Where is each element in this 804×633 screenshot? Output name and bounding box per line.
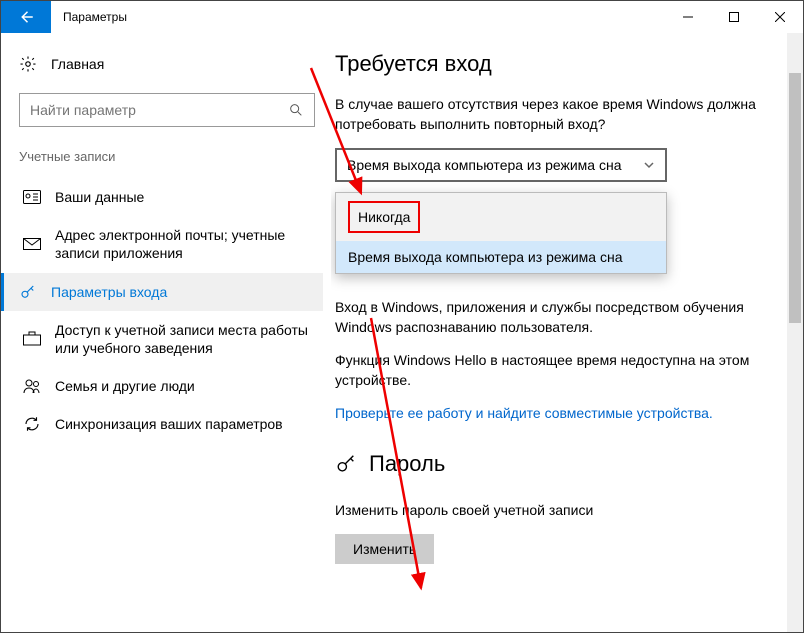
titlebar: Параметры: [1, 1, 803, 33]
search-icon: [288, 102, 304, 118]
maximize-button[interactable]: [711, 1, 757, 33]
dropdown-selected-value: Время выхода компьютера из режима сна: [347, 157, 621, 173]
hello-compatibility-link[interactable]: Проверьте ее работу и найдите совместимы…: [335, 405, 783, 421]
signin-description: В случае вашего отсутствия через какое в…: [335, 95, 783, 134]
dropdown-option-never[interactable]: Никогда: [348, 201, 420, 233]
body: Главная Учетные записи Ваши данные Адрес…: [1, 33, 803, 632]
minimize-button[interactable]: [665, 1, 711, 33]
close-button[interactable]: [757, 1, 803, 33]
hello-description-1: Вход в Windows, приложения и службы поср…: [335, 298, 783, 337]
gear-icon: [19, 55, 37, 73]
heading-signin-required: Требуется вход: [335, 51, 783, 77]
sidebar-item-signin-options[interactable]: Параметры входа: [1, 273, 323, 311]
home-nav[interactable]: Главная: [19, 51, 323, 77]
sidebar-item-sync[interactable]: Синхронизация ваших параметров: [19, 405, 323, 443]
sidebar: Главная Учетные записи Ваши данные Адрес…: [1, 33, 331, 632]
nav-label: Синхронизация ваших параметров: [55, 415, 319, 433]
arrow-left-icon: [17, 8, 35, 26]
chevron-down-icon: [643, 159, 655, 171]
back-button[interactable]: [1, 1, 51, 33]
hello-description-2: Функция Windows Hello в настоящее время …: [335, 351, 783, 390]
search-box[interactable]: [19, 93, 315, 127]
id-card-icon: [23, 190, 41, 204]
password-heading-row: Пароль: [335, 451, 783, 477]
nav-label: Ваши данные: [55, 188, 319, 206]
minimize-icon: [683, 12, 693, 22]
vertical-scrollbar[interactable]: [787, 33, 803, 632]
home-label: Главная: [51, 56, 104, 72]
window-title: Параметры: [51, 1, 139, 33]
password-description: Изменить пароль своей учетной записи: [335, 501, 783, 521]
scroll-thumb[interactable]: [789, 73, 801, 323]
people-icon: [23, 378, 41, 394]
content-pane: Требуется вход В случае вашего отсутстви…: [331, 33, 803, 632]
close-icon: [775, 12, 785, 22]
key-icon: [335, 453, 357, 475]
change-password-button[interactable]: Изменить: [335, 534, 434, 564]
dropdown-option-on-wake[interactable]: Время выхода компьютера из режима сна: [336, 241, 666, 273]
nav-label: Адрес электронной почты; учетные записи …: [55, 226, 319, 262]
signin-timeout-dropdown[interactable]: Время выхода компьютера из режима сна: [335, 148, 667, 182]
nav-label: Параметры входа: [51, 283, 319, 301]
nav-label: Доступ к учетной записи места работы или…: [55, 321, 319, 357]
section-header: Учетные записи: [19, 149, 323, 164]
sidebar-item-work-access[interactable]: Доступ к учетной записи места работы или…: [19, 311, 323, 367]
sidebar-item-your-info[interactable]: Ваши данные: [19, 178, 323, 216]
maximize-icon: [729, 12, 739, 22]
sync-icon: [23, 415, 41, 433]
mail-icon: [23, 238, 41, 250]
heading-password: Пароль: [369, 451, 445, 477]
sidebar-item-family[interactable]: Семья и другие люди: [19, 367, 323, 405]
search-input[interactable]: [30, 102, 288, 118]
briefcase-icon: [23, 331, 41, 346]
signin-timeout-dropdown-list: Никогда Время выхода компьютера из режим…: [335, 192, 667, 274]
sidebar-item-email[interactable]: Адрес электронной почты; учетные записи …: [19, 216, 323, 272]
nav-label: Семья и другие люди: [55, 377, 319, 395]
key-icon: [19, 283, 37, 301]
